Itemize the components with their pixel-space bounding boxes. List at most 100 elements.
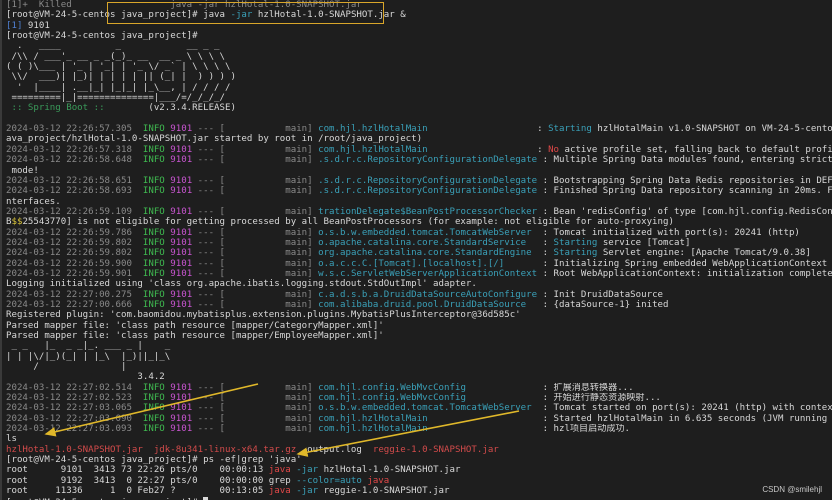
terminal-text-segment: 2024-03-12 22:26:59.901 — [6, 268, 143, 279]
terminal-text-segment: INFO — [142, 258, 165, 269]
terminal-text-segment: : — [537, 144, 549, 155]
terminal-line: \\/ ___)| |_)| | | | | || (_| | ) ) ) ) — [6, 72, 832, 82]
terminal-text-segment: --- [ main] — [192, 268, 319, 279]
terminal-text-segment: 9101 — [170, 155, 193, 166]
terminal-line: 2024-03-12 22:27:03.065 INFO 9101 --- [ … — [6, 403, 832, 413]
watermark: CSDN @smilehjl — [762, 485, 822, 494]
terminal-text-segment: 2024-03-12 22:26:59.109 — [6, 206, 143, 217]
terminal-text-segment: [1] — [6, 20, 23, 31]
terminal-text-segment: : 扩展消息转换器... — [537, 382, 634, 393]
terminal-window[interactable]: [1]+ Killed java -jar hzlHotal-1.0-SNAPS… — [0, 0, 832, 500]
terminal-text-segment: mode! — [6, 165, 39, 176]
terminal-line: hzlHotal-1.0-SNAPSHOT.jar jdk-8u341-linu… — [6, 445, 832, 455]
terminal-text-segment: :: Spring Boot :: — [6, 103, 111, 114]
terminal-text-segment: 2024-03-12 22:26:59.802 — [6, 237, 143, 248]
terminal-text-segment: 25543770] is not eligible for getting pr… — [22, 217, 674, 228]
terminal-line: nterfaces. — [6, 197, 832, 207]
terminal-line: | | |\/|_)(_| | |_\ |_)||_|_\ — [6, 352, 832, 362]
terminal-text-segment: hzlHotal-1.0-SNAPSHOT.jar — [318, 465, 461, 476]
terminal-text-segment: : Finished Spring Data repository scanni… — [542, 186, 832, 197]
terminal-text-segment: reggie-1.0-SNAPSHOT.jar — [372, 444, 499, 455]
terminal-text-segment: --- [ main] — [192, 227, 319, 238]
terminal-text-segment: INFO — [142, 413, 165, 424]
terminal-text-segment: INFO — [142, 382, 165, 393]
terminal-text-segment: --- [ main] — [192, 413, 319, 424]
terminal-text-segment: Starting — [553, 248, 598, 259]
terminal-line: Logging initialized using 'class org.apa… — [6, 279, 832, 289]
terminal-text-segment: --- [ main] — [192, 206, 319, 217]
terminal-text-segment: \\/ ___)| |_)| | | | | || (_| | ) ) ) ) — [6, 72, 236, 83]
terminal-text-segment: com.alibaba.druid.pool.DruidDataSource — [318, 299, 538, 310]
terminal-text-segment: service [Tomcat] — [597, 237, 691, 248]
terminal-text-segment: 9101 — [22, 20, 50, 31]
terminal-text-segment: 9101 — [170, 248, 193, 259]
terminal-text-segment: root 9192 3413 0 22:27 pts/0 00:00:00 gr… — [6, 475, 297, 486]
terminal-line: [root@VM-24-5-centos java_project]# — [6, 496, 832, 500]
terminal-text-segment: output.log — [296, 444, 373, 455]
terminal-text-segment: INFO — [142, 248, 165, 259]
terminal-line: ( ( )\___ | '_ | '_| | '_ \/ _` | \ \ \ … — [6, 62, 832, 72]
terminal-text-segment: _ _ |_ _ _|_. ___ _ | _ — [6, 341, 171, 352]
terminal-text-segment: 2024-03-12 22:26:58.648 — [6, 155, 143, 166]
terminal-text-segment: --- [ main] — [192, 424, 319, 435]
terminal-line: root 9101 3413 73 22:26 pts/0 00:00:13 j… — [6, 465, 832, 475]
terminal-text-segment: 9101 — [170, 424, 193, 435]
terminal-text-segment: : Bean 'redisConfig' of type [com.hjl.co… — [537, 206, 832, 217]
terminal-text-segment: 2024-03-12 22:27:02.514 — [6, 382, 143, 393]
terminal-line: :: Spring Boot :: (v2.3.4.RELEASE) — [6, 103, 832, 113]
terminal-text-segment: /\\ / ___'_ __ _ _(_)_ __ __ _ \ \ \ \ — [6, 51, 225, 62]
terminal-line: 2024-03-12 22:26:59.901 INFO 9101 --- [ … — [6, 269, 832, 279]
terminal-text-segment: 2024-03-12 22:27:02.523 — [6, 393, 143, 404]
terminal-text-segment: 9101 — [170, 289, 193, 300]
terminal-text-segment: Parsed mapper file: 'class path resource… — [6, 320, 384, 331]
terminal-line: 2024-03-12 22:26:58.651 INFO 9101 --- [ … — [6, 176, 832, 186]
terminal-text-segment: 2024-03-12 22:27:03.065 — [6, 403, 143, 414]
terminal-text-segment: o.s.b.w.embedded.tomcat.TomcatWebServer — [318, 227, 538, 238]
terminal-text-segment: [root@VM-24-5-centos java_project]# — [6, 31, 198, 42]
terminal-line: ' |____| .__|_| |_|_| |_\__, | / / / / — [6, 83, 832, 93]
terminal-line: root 9192 3413 0 22:27 pts/0 00:00:00 gr… — [6, 476, 832, 486]
terminal-text-segment: INFO — [142, 155, 165, 166]
terminal-text-segment: (v2.3.4.RELEASE) — [110, 103, 236, 114]
terminal-text-segment: No — [548, 144, 560, 155]
terminal-text-segment: reggie-1.0-SNAPSHOT.jar — [318, 486, 450, 497]
terminal-text-segment: com.hjl.hzlHotalMain — [318, 144, 538, 155]
terminal-text-segment: INFO — [142, 227, 165, 238]
terminal-line: =========|_|==============|___/=/_/_/_/ — [6, 93, 832, 103]
terminal-text-segment: 2024-03-12 22:26:57.305 — [6, 124, 143, 135]
terminal-text-segment: java — [268, 465, 291, 476]
terminal-text-segment: 9101 — [170, 299, 193, 310]
terminal-text-segment: --- [ main] — [192, 393, 319, 404]
terminal-line: 2024-03-12 22:27:00.275 INFO 9101 --- [ … — [6, 290, 832, 300]
terminal-text-segment: root 9101 3413 73 22:26 pts/0 00:00:13 — [6, 465, 269, 476]
terminal-text-segment: w.s.c.ServletWebServerApplicationContext — [318, 268, 538, 279]
terminal-text-segment: root 11336 1 0 Feb27 ? 00:13:05 — [6, 486, 269, 497]
terminal-line: 3.4.2 — [6, 372, 832, 382]
terminal-text-segment: 2024-03-12 22:27:00.275 — [6, 289, 143, 300]
terminal-text-segment: 9101 — [170, 413, 193, 424]
terminal-text-segment: org.apache.catalina.core.StandardEngine — [318, 248, 538, 259]
terminal-text-segment: : — [537, 237, 554, 248]
terminal-text-segment: com.hjl.hzlHotalMain — [318, 424, 538, 435]
terminal-line: B$$25543770] is not eligible for getting… — [6, 217, 832, 227]
terminal-text-segment: --- [ main] — [192, 299, 319, 310]
terminal-text-segment: com.hjl.hzlHotalMain — [318, 413, 538, 424]
terminal-text-segment: 2024-03-12 22:27:03.093 — [6, 424, 143, 435]
terminal-text-segment: : — [537, 124, 549, 135]
terminal-text-segment: INFO — [142, 237, 165, 248]
terminal-text-segment: hzlHotalMain v1.0-SNAPSHOT on VM-24-5-ce… — [597, 124, 832, 135]
terminal-text-segment: hzlHotal-1.0-SNAPSHOT.jar — [6, 444, 143, 455]
terminal-line: 2024-03-12 22:26:58.693 INFO 9101 --- [ … — [6, 186, 832, 196]
terminal-text-segment: / | — [6, 362, 127, 373]
terminal-text-segment: INFO — [142, 206, 165, 217]
terminal-text-segment: 2024-03-12 22:27:00.666 — [6, 299, 143, 310]
terminal-text-segment: com.hjl.config.WebMvcConfig — [318, 382, 538, 393]
terminal-text-segment: com.hjl.config.WebMvcConfig — [318, 393, 538, 404]
terminal-text-segment: INFO — [142, 403, 165, 414]
terminal-text-segment: --- [ main] — [192, 175, 319, 186]
terminal-text-segment: : Initializing Spring embedded WebApplic… — [537, 258, 828, 269]
terminal-text-segment: .s.d.r.c.RepositoryConfigurationDelegate — [318, 175, 538, 186]
terminal-line: 2024-03-12 22:27:03.090 INFO 9101 --- [ … — [6, 414, 832, 424]
terminal-text-segment: ' |____| .__|_| |_|_| |_\__, | / / / / — [6, 82, 231, 93]
